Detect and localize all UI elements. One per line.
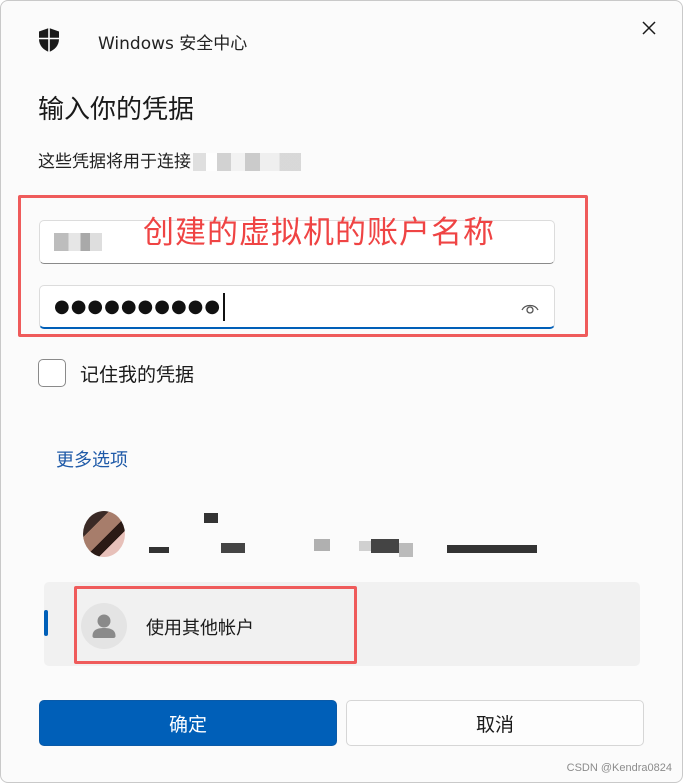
window-title: Windows 安全中心 <box>98 34 248 54</box>
connection-description-text: 这些凭据将用于连接 <box>38 152 191 172</box>
selection-indicator <box>44 610 48 636</box>
redacted-host <box>193 153 301 171</box>
cancel-button[interactable]: 取消 <box>346 700 644 746</box>
remember-label: 记住我的凭据 <box>80 364 195 386</box>
page-title: 输入你的凭据 <box>38 95 195 125</box>
redacted-account-email <box>149 513 549 557</box>
ok-button[interactable]: 确定 <box>39 700 337 746</box>
credential-dialog: Windows 安全中心 输入你的凭据 这些凭据将用于连接 ●●●●●●●●●●… <box>0 0 683 783</box>
shield-icon <box>37 27 61 53</box>
more-options-link[interactable]: 更多选项 <box>56 446 128 472</box>
connection-description: 这些凭据将用于连接 <box>38 147 301 172</box>
annotation-box-other-account <box>74 586 357 664</box>
close-icon[interactable] <box>633 13 665 43</box>
avatar <box>83 511 125 557</box>
watermark: CSDN @Kendra0824 <box>566 762 672 774</box>
title-bar: Windows 安全中心 <box>1 1 682 73</box>
account-item[interactable] <box>61 501 621 567</box>
annotation-text: 创建的虚拟机的账户名称 <box>143 215 495 251</box>
remember-checkbox[interactable] <box>38 359 66 387</box>
